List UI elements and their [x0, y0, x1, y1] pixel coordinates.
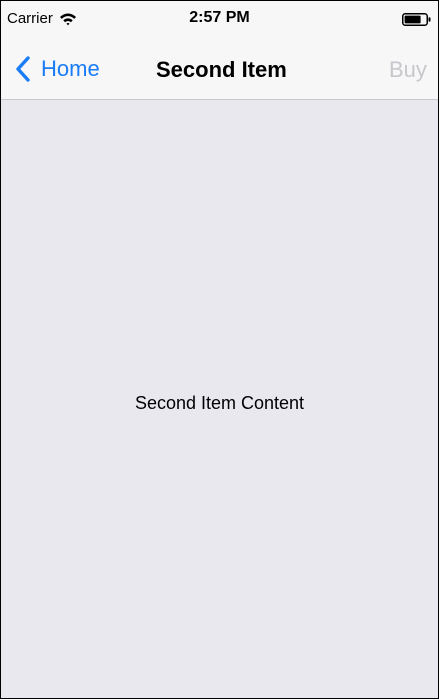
buy-button[interactable]: Buy — [389, 57, 427, 83]
content-area: Second Item Content — [1, 100, 438, 698]
carrier-label: Carrier — [7, 10, 53, 27]
status-bar: Carrier 2:57 PM — [1, 1, 438, 39]
carrier-indicator: Carrier — [7, 10, 77, 27]
page-title: Second Item — [156, 57, 287, 82]
battery-icon — [402, 13, 432, 26]
content-label: Second Item Content — [134, 393, 305, 413]
back-button-label: Home — [41, 56, 100, 81]
chevron-left-icon — [15, 56, 31, 82]
wifi-icon — [59, 12, 77, 26]
navigation-bar: Home Second Item Buy — [1, 39, 438, 100]
back-button[interactable]: Home — [15, 53, 100, 85]
phone-screen: Carrier 2:57 PM Home Second Item Buy Sec… — [0, 0, 439, 699]
